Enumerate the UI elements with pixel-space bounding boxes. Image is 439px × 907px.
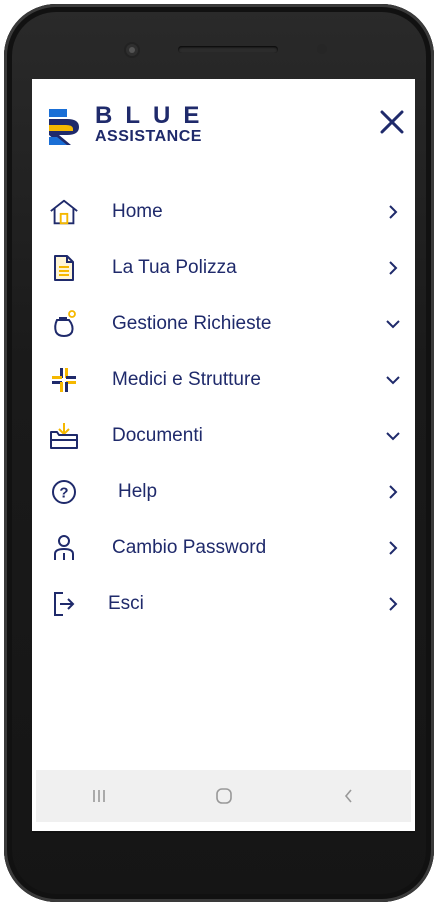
home-circle-icon xyxy=(215,788,232,804)
download-folder-icon xyxy=(48,420,80,452)
chevron-down-icon xyxy=(386,432,400,441)
brand-logo: BLUE ASSISTANCE xyxy=(49,104,212,145)
menu-item-help[interactable]: ? Help xyxy=(32,464,415,520)
back-icon xyxy=(344,789,352,803)
app-screen: BLUE ASSISTANCE Home La Tua Polizza Gest… xyxy=(32,79,415,833)
menu-label: Medici e Strutture xyxy=(112,369,261,390)
chevron-down-icon xyxy=(386,376,400,385)
menu-item-home[interactable]: Home xyxy=(32,184,415,240)
recent-apps-icon xyxy=(92,790,105,802)
menu-label: Cambio Password xyxy=(112,537,267,558)
menu-label: La Tua Polizza xyxy=(112,257,237,278)
chevron-right-icon xyxy=(389,205,398,219)
svg-text:?: ? xyxy=(59,485,68,502)
home-button[interactable] xyxy=(204,776,244,816)
close-icon xyxy=(380,110,404,134)
menu-item-documenti[interactable]: Documenti xyxy=(32,408,415,464)
recent-apps-button[interactable] xyxy=(79,776,119,816)
menu-item-cambio-password[interactable]: Cambio Password xyxy=(32,520,415,576)
medical-cross-icon xyxy=(48,364,80,396)
logo-mark-icon xyxy=(49,108,79,145)
front-camera xyxy=(126,44,138,56)
brand-name: BLUE xyxy=(95,102,213,129)
chevron-right-icon xyxy=(389,597,398,611)
earpiece-speaker xyxy=(178,46,278,53)
menu-item-medici-e-strutture[interactable]: Medici e Strutture xyxy=(32,352,415,408)
menu-label: Help xyxy=(118,481,158,502)
requests-icon xyxy=(48,308,80,340)
user-icon xyxy=(48,532,80,564)
menu-label: Home xyxy=(112,201,163,222)
chevron-right-icon xyxy=(389,485,398,499)
chevron-right-icon xyxy=(389,261,398,275)
document-icon xyxy=(48,252,80,284)
menu-item-gestione-richieste[interactable]: Gestione Richieste xyxy=(32,296,415,352)
menu-item-la-tua-polizza[interactable]: La Tua Polizza xyxy=(32,240,415,296)
back-button[interactable] xyxy=(329,776,369,816)
menu-label: Documenti xyxy=(112,425,203,446)
help-icon: ? xyxy=(48,476,80,508)
proximity-sensor xyxy=(317,44,327,54)
chevron-right-icon xyxy=(389,541,398,555)
logout-icon xyxy=(48,588,80,620)
android-navigation-bar xyxy=(36,770,411,822)
close-menu-button[interactable] xyxy=(377,107,407,137)
screen-edge xyxy=(32,831,415,833)
brand-subname: ASSISTANCE xyxy=(95,128,202,145)
home-icon xyxy=(48,196,80,228)
menu-item-esci[interactable]: Esci xyxy=(32,576,415,632)
chevron-down-icon xyxy=(386,320,400,329)
menu-label: Gestione Richieste xyxy=(112,313,272,334)
side-menu: Home La Tua Polizza Gestione Richieste M… xyxy=(32,184,415,632)
menu-label: Esci xyxy=(108,593,144,614)
